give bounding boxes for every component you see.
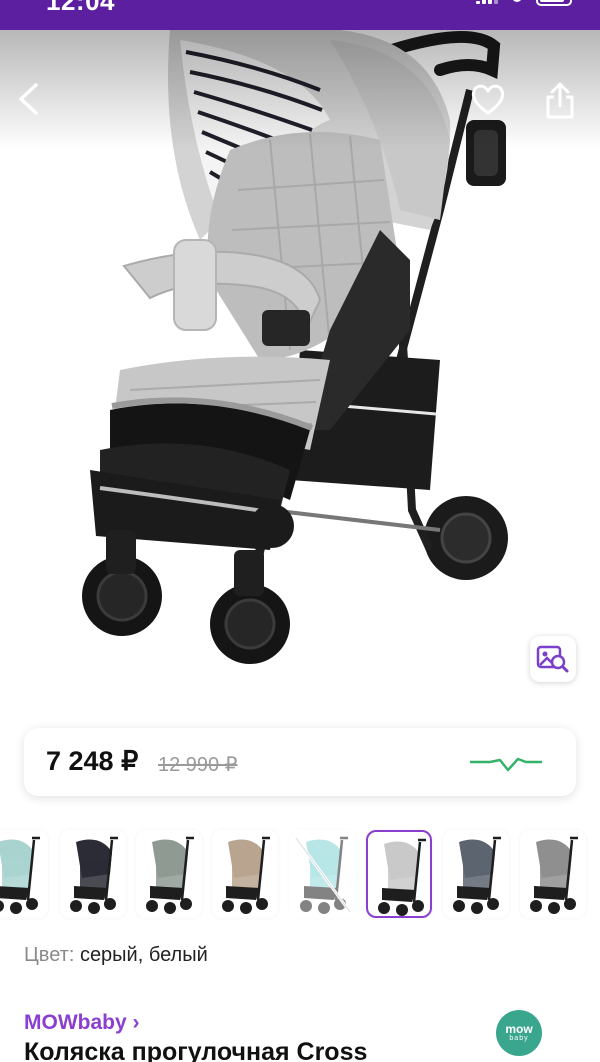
old-price: 12 990 ₽ (158, 754, 238, 776)
stroller-image (0, 30, 600, 664)
color-variant-black[interactable] (60, 830, 126, 918)
stroller-thumbnail-image (378, 838, 426, 916)
color-variant-dark-grey[interactable] (443, 830, 509, 918)
color-label: Цвет: (24, 944, 75, 966)
stroller-thumbnail-image (530, 836, 578, 914)
current-price: 7 248 ₽ (46, 746, 139, 776)
heart-icon (471, 84, 505, 115)
stroller-thumbnail-image (222, 836, 270, 914)
stroller-thumbnail-image (453, 836, 501, 914)
price-card[interactable]: 7 248 ₽ 12 990 ₽ (24, 728, 576, 796)
color-variant-grey-white[interactable] (366, 830, 432, 918)
status-bar: 12:04 (0, 0, 600, 30)
product-title: Коляска прогулочная Cross (24, 1038, 368, 1062)
stroller-thumbnail-image (0, 836, 40, 914)
brand-logo[interactable]: mow baby (496, 1010, 542, 1056)
brand-logo-line1: mow (505, 1022, 533, 1036)
favorite-button[interactable] (470, 82, 510, 122)
color-info: Цвет: серый, белый (24, 944, 208, 967)
image-search-icon (536, 645, 569, 673)
signal-icon (476, 0, 498, 4)
brand-logo-line2: baby (509, 1035, 529, 1042)
product-image-gallery[interactable] (0, 30, 600, 706)
chevron-left-icon (19, 83, 38, 115)
visual-search-button[interactable] (530, 636, 576, 682)
stroller-thumbnail-image (146, 836, 194, 914)
color-value: серый, белый (79, 944, 208, 966)
color-variant-turquoise[interactable] (290, 830, 356, 918)
color-variant-beige[interactable] (212, 830, 278, 918)
share-icon (546, 82, 574, 119)
color-variant-list (0, 830, 600, 920)
stroller-thumbnail-image (294, 836, 352, 914)
wifi-icon (512, 0, 522, 2)
stroller-thumbnail-image (70, 836, 118, 914)
back-button[interactable] (16, 82, 56, 122)
color-variant-mint[interactable] (0, 830, 48, 918)
color-variant-grey[interactable] (520, 830, 586, 918)
share-button[interactable] (544, 82, 584, 122)
brand-link[interactable]: MOWbaby › (24, 1011, 140, 1035)
price-chart-icon[interactable] (468, 748, 544, 778)
color-variant-grey-stripes[interactable] (136, 830, 202, 918)
status-time: 12:04 (46, 0, 115, 16)
battery-icon (536, 0, 572, 6)
